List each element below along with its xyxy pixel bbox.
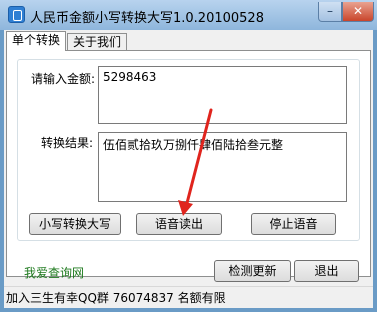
client-area: 单个转换 关于我们 请输入金额: 5298463 转换结果: 伍佰贰拾玖万捌仟肆… — [4, 30, 373, 308]
amount-input-value: 5298463 — [103, 70, 157, 84]
website-link[interactable]: 我爱查询网 — [24, 264, 84, 281]
read-aloud-button[interactable]: 语音读出 — [136, 213, 222, 235]
tab-about-us[interactable]: 关于我们 — [67, 33, 127, 51]
exit-button[interactable]: 退出 — [294, 260, 359, 282]
amount-input-label: 请输入金额: — [31, 72, 96, 86]
window-title: 人民币金额小写转换大写1.0.20100528 — [30, 11, 264, 26]
amount-input[interactable]: 5298463 — [98, 66, 347, 124]
app-icon — [8, 6, 25, 23]
stop-speech-button[interactable]: 停止语音 — [251, 213, 336, 235]
close-button[interactable]: ✕ — [342, 2, 374, 22]
minimize-button[interactable]: – — [318, 2, 342, 22]
app-window: 人民币金额小写转换大写1.0.20100528 – ✕ 单个转换 关于我们 请输… — [0, 0, 377, 312]
check-update-button[interactable]: 检测更新 — [214, 260, 291, 282]
convert-button[interactable]: 小写转换大写 — [29, 213, 121, 235]
result-label: 转换结果: — [41, 136, 94, 150]
status-bar: 加入三生有幸QQ群 76074837 名额有限 — [4, 286, 373, 308]
tab-single-convert[interactable]: 单个转换 — [6, 31, 66, 51]
tab-panel: 请输入金额: 5298463 转换结果: 伍佰贰拾玖万捌仟肆佰陆拾叁元整 小写转… — [6, 50, 371, 277]
result-output[interactable]: 伍佰贰拾玖万捌仟肆佰陆拾叁元整 — [98, 132, 347, 202]
title-bar[interactable]: 人民币金额小写转换大写1.0.20100528 – ✕ — [0, 0, 377, 30]
result-output-value: 伍佰贰拾玖万捌仟肆佰陆拾叁元整 — [103, 138, 284, 152]
